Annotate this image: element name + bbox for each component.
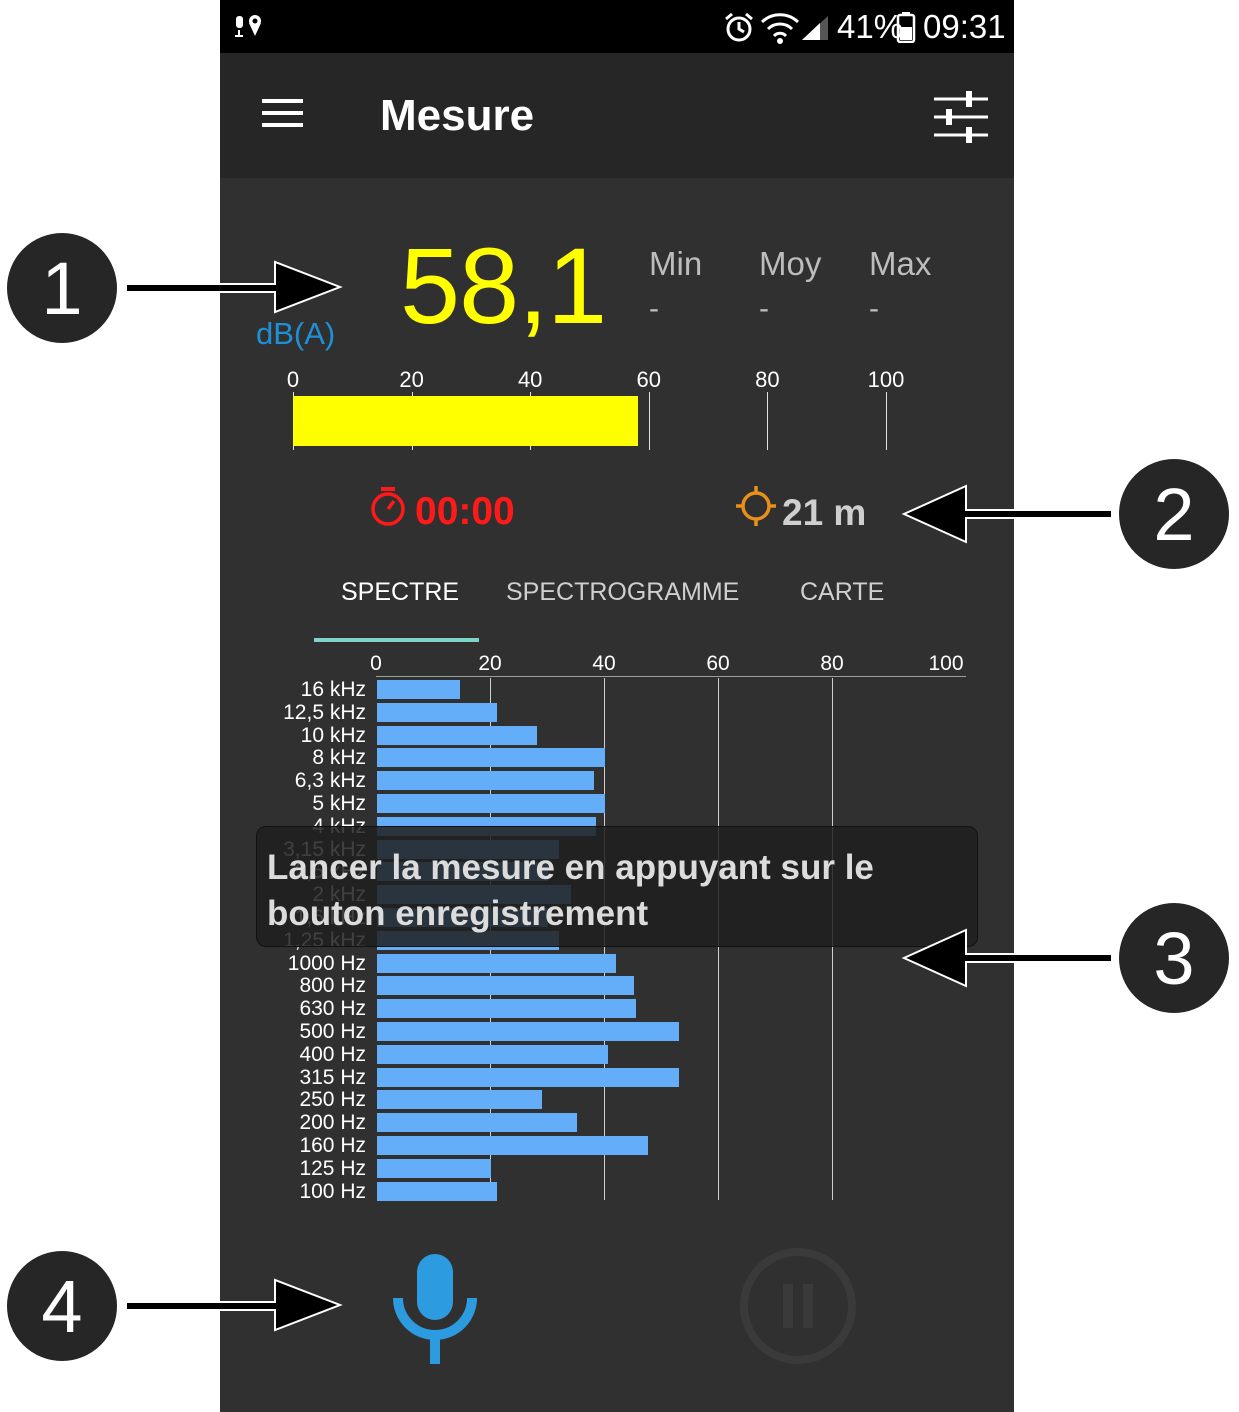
spectrum-chart: 0 20 40 60 80 100 16 kHz 12,5 kHz 10 kHz 8 kHz 6,3… — [220, 0, 1014, 1412]
spectrum-tick-label: 0 — [370, 652, 382, 675]
spectrum-band-label: 315 Hz — [299, 1065, 366, 1089]
spectrum-bar — [377, 680, 460, 699]
callout-3: 3 — [901, 901, 1231, 1015]
spectrum-bar — [377, 1136, 648, 1155]
spectrum-tick-label: 80 — [820, 652, 844, 675]
spectrum-band-label: 12,5 kHz — [283, 700, 366, 724]
spectrum-band-label: 200 Hz — [299, 1111, 366, 1135]
callout-1: 1 — [5, 231, 343, 345]
spectrum-bar — [377, 794, 605, 813]
phone-screen: 41% 09:31 Mesure 58,1 dB(A) Min - Moy - … — [220, 0, 1014, 1412]
callout-4: 4 — [5, 1249, 343, 1363]
svg-text:4: 4 — [41, 1265, 82, 1348]
spectrum-bar — [377, 771, 594, 791]
pause-icon[interactable] — [738, 1246, 858, 1366]
spectrum-bar — [377, 976, 634, 996]
spectrum-band-label: 250 Hz — [299, 1088, 366, 1112]
spectrum-bar — [377, 725, 537, 745]
spectrum-bar — [377, 1181, 497, 1201]
spectrum-band-label: 10 kHz — [300, 723, 366, 747]
spectrum-tick-label: 40 — [592, 652, 616, 675]
spectrum-band-label: 125 Hz — [299, 1156, 366, 1180]
spectrum-bar — [377, 999, 637, 1019]
spectrum-band-label: 800 Hz — [299, 974, 366, 998]
spectrum-band-label: 500 Hz — [299, 1020, 366, 1043]
toast-message: Lancer la mesure en appuyant sur le bout… — [256, 826, 978, 947]
spectrum-bar — [377, 1113, 577, 1133]
spectrum-bar — [377, 953, 617, 973]
spectrum-bar — [377, 1067, 680, 1087]
spectrum-band-label: 160 Hz — [299, 1134, 366, 1157]
spectrum-band-label: 100 Hz — [299, 1179, 366, 1203]
microphone-icon[interactable] — [390, 1250, 480, 1368]
spectrum-band-label: 630 Hz — [299, 997, 366, 1021]
spectrum-bar — [377, 1044, 608, 1064]
spectrum-bar — [377, 702, 497, 722]
callout-2: 2 — [901, 457, 1231, 571]
spectrum-band-label: 8 kHz — [312, 746, 366, 770]
spectrum-band-label: 5 kHz — [312, 792, 366, 815]
spectrum-band-label: 1000 Hz — [287, 951, 366, 975]
spectrum-tick-label: 20 — [478, 652, 502, 675]
spectrum-tick-label: 100 — [928, 652, 964, 675]
spectrum-band-label: 400 Hz — [299, 1042, 366, 1066]
toast-text: Lancer la mesure en appuyant sur le bout… — [267, 848, 874, 933]
spectrum-bar — [377, 1158, 491, 1178]
svg-text:3: 3 — [1153, 917, 1194, 1000]
spectrum-bar — [377, 748, 605, 768]
svg-text:2: 2 — [1153, 473, 1194, 556]
spectrum-bar — [377, 1022, 680, 1041]
spectrum-tick-label: 60 — [706, 652, 730, 675]
spectrum-bar — [377, 1090, 543, 1110]
svg-text:1: 1 — [41, 247, 82, 330]
spectrum-band-label: 16 kHz — [300, 678, 366, 701]
spectrum-band-label: 6,3 kHz — [294, 769, 366, 793]
